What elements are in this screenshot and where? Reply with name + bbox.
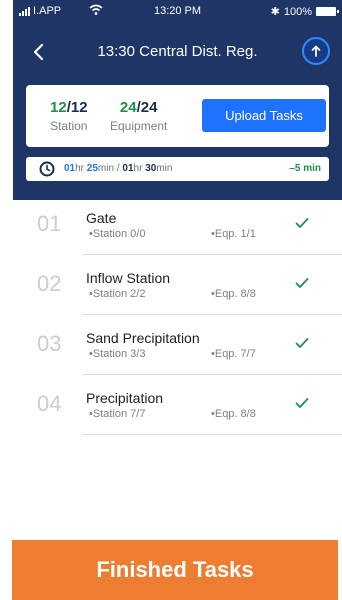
task-equipment-count: •Eqp. 8/8 (211, 288, 256, 300)
task-number: 03 (37, 331, 62, 356)
phone-screen: I.APP 13:20 PM ✱ 100% 13:30 Central Dist… (13, 0, 342, 600)
station-stat: 12/12 Station (50, 99, 88, 133)
time-summary: 01hr 25min / 01hr 30min –5 min (26, 157, 329, 181)
equipment-label: Equipment (110, 119, 168, 133)
task-number: 02 (37, 271, 62, 296)
equipment-stat: 24/24 Equipment (110, 99, 167, 133)
battery-status: ✱ 100% (270, 5, 339, 18)
check-icon (295, 398, 309, 408)
bluetooth-icon: ✱ (270, 6, 280, 18)
task-name: Inflow Station (86, 270, 171, 286)
clock-icon (39, 161, 55, 177)
task-list: 01 Gate •Station 0/0 •Eqp. 1/1 02 Inflow… (13, 195, 342, 435)
task-row[interactable]: 04 Precipitation •Station 7/7 •Eqp. 8/8 (13, 375, 342, 435)
task-equipment-count: •Eqp. 1/1 (211, 228, 256, 240)
task-row[interactable]: 03 Sand Precipitation •Station 3/3 •Eqp.… (13, 315, 342, 375)
task-row[interactable]: 01 Gate •Station 0/0 •Eqp. 1/1 (13, 195, 342, 255)
status-bar: I.APP 13:20 PM ✱ 100% (13, 0, 342, 22)
task-station-count: •Station 0/0 (89, 228, 146, 240)
page-title: 13:30 Central Dist. Reg. (97, 43, 258, 60)
task-station-count: •Station 2/2 (89, 288, 146, 300)
battery-icon (316, 7, 339, 16)
check-icon (295, 338, 309, 348)
task-name: Precipitation (86, 390, 164, 406)
station-label: Station (50, 119, 88, 133)
header: I.APP 13:20 PM ✱ 100% 13:30 Central Dist… (13, 0, 342, 200)
time-difference: –5 min (289, 163, 321, 174)
finished-tasks-banner: Finished Tasks (12, 540, 338, 600)
task-equipment-count: •Eqp. 8/8 (211, 408, 256, 420)
task-row[interactable]: 02 Inflow Station •Station 2/2 •Eqp. 8/8 (13, 255, 342, 315)
task-station-count: •Station 7/7 (89, 408, 146, 420)
elapsed-vs-planned: 01hr 25min / 01hr 30min (64, 163, 173, 174)
task-number: 04 (37, 391, 62, 416)
check-icon (295, 278, 309, 288)
row-divider (83, 434, 342, 435)
upload-arrow-icon (311, 45, 321, 57)
upload-icon[interactable] (302, 37, 330, 65)
equipment-count: 24/24 (119, 99, 158, 116)
station-count: 12/12 (50, 99, 88, 116)
task-equipment-count: •Eqp. 7/7 (211, 348, 256, 360)
task-name: Sand Precipitation (86, 330, 200, 346)
back-icon[interactable] (31, 42, 47, 62)
task-name: Gate (86, 210, 117, 226)
summary-card: 12/12 Station 24/24 Equipment Upload Tas… (26, 85, 329, 147)
nav-bar: 13:30 Central Dist. Reg. (13, 32, 342, 72)
task-number: 01 (37, 211, 62, 236)
battery-percent: 100% (283, 5, 312, 18)
task-station-count: •Station 3/3 (89, 348, 146, 360)
check-icon (295, 218, 309, 228)
upload-tasks-button[interactable]: Upload Tasks (202, 99, 326, 132)
